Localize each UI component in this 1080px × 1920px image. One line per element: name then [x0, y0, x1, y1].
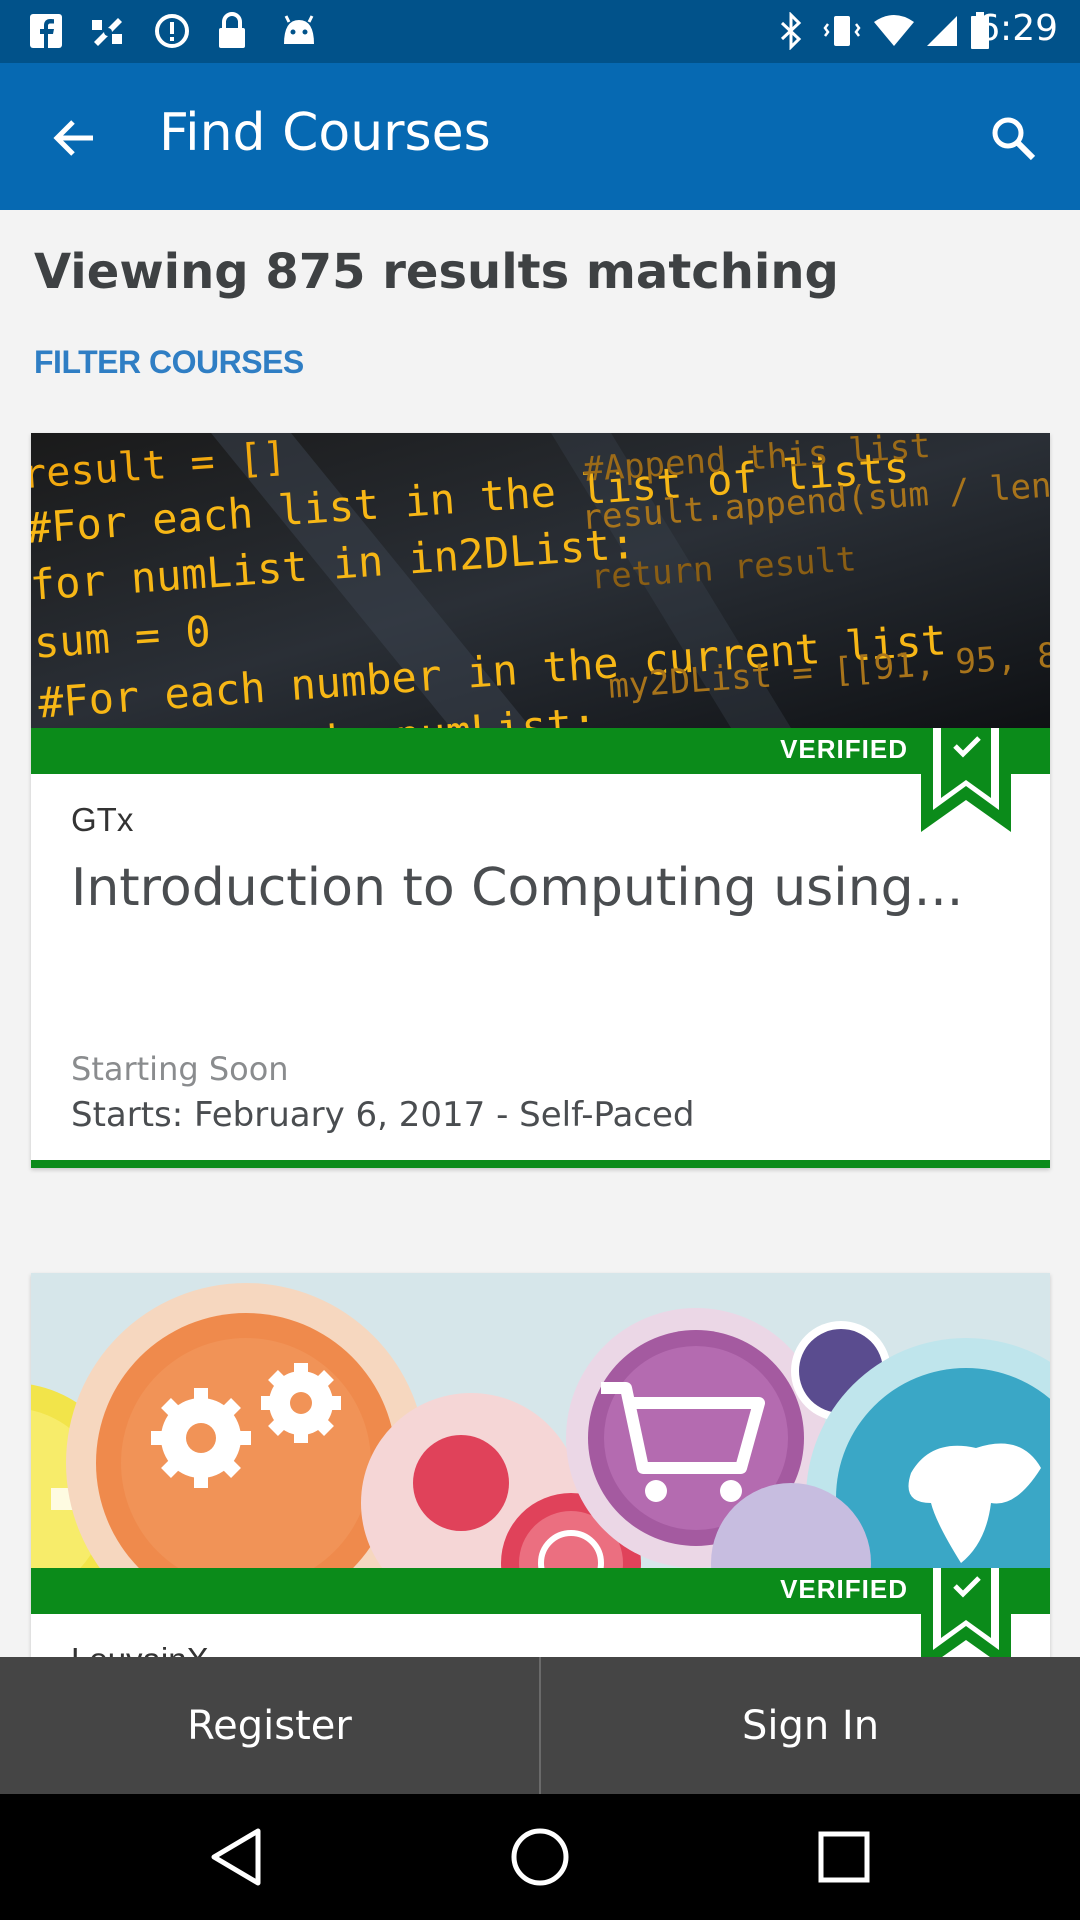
search-icon: [992, 117, 1036, 161]
course-image-code: result = [] #For each list in the list o…: [31, 433, 1050, 728]
app-bar: Find Courses: [0, 63, 1080, 210]
course-title: Introduction to Computing using...: [71, 858, 964, 918]
gps-off-icon: [86, 12, 130, 50]
course-card[interactable]: result = [] #For each list in the list o…: [31, 433, 1050, 1168]
course-org: GTx: [71, 801, 134, 838]
verified-banner: VERIFIED: [31, 1568, 1050, 1614]
vibrate-icon: [822, 12, 862, 50]
wifi-icon: [872, 12, 916, 50]
page-title: Find Courses: [159, 103, 491, 163]
verified-label: VERIFIED: [780, 1574, 908, 1604]
square-recents-icon: [818, 1831, 870, 1883]
triangle-back-icon: [211, 1828, 261, 1886]
verified-label: VERIFIED: [780, 734, 908, 764]
results-heading: Viewing 875 results matching: [34, 244, 839, 300]
verified-banner: VERIFIED: [31, 728, 1050, 774]
auth-action-bar: Register Sign In: [0, 1657, 1080, 1794]
nav-home-button[interactable]: [500, 1817, 580, 1897]
lock-icon: [214, 12, 250, 50]
arrow-back-icon: [53, 120, 93, 156]
course-start-date: Starts: February 6, 2017 - Self-Paced: [71, 1095, 695, 1135]
verified-bookmark-icon: [921, 728, 1011, 832]
search-button[interactable]: [976, 101, 1050, 175]
nav-back-button[interactable]: [196, 1817, 276, 1897]
course-status: Starting Soon: [71, 1050, 289, 1088]
filter-courses-link[interactable]: FILTER COURSES: [34, 344, 304, 381]
course-card[interactable]: VERIFIED LouvainX: [31, 1273, 1050, 1673]
system-nav-bar: [0, 1794, 1080, 1920]
sign-in-button[interactable]: Sign In: [541, 1657, 1080, 1794]
bluetooth-icon: [776, 12, 806, 50]
back-button[interactable]: [38, 103, 108, 173]
nav-recents-button[interactable]: [804, 1817, 884, 1897]
circle-home-icon: [511, 1828, 569, 1886]
status-time: 6:29: [977, 8, 1058, 49]
course-image-business: [31, 1273, 1050, 1568]
status-bar: 6:29: [0, 0, 1080, 63]
android-icon: [278, 12, 320, 50]
facebook-icon: [26, 12, 66, 50]
data-saver-icon: [152, 12, 192, 50]
signal-icon: [924, 12, 960, 50]
register-button[interactable]: Register: [0, 1657, 539, 1794]
